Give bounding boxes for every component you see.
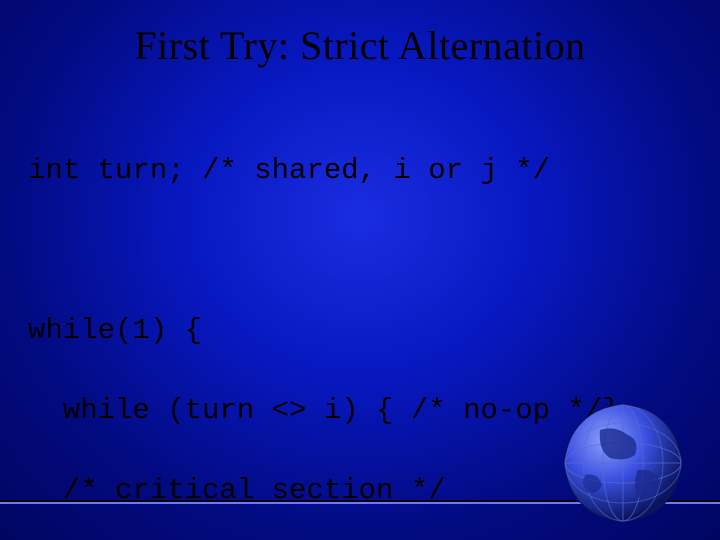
code-line-1: int turn; /* shared, i or j */ — [28, 151, 692, 191]
slide-title: First Try: Strict Alternation — [0, 0, 720, 69]
code-line-4: /* critical section */ — [28, 471, 692, 511]
footer-divider — [0, 500, 720, 504]
code-line-2: while(1) { — [28, 311, 692, 351]
code-block: int turn; /* shared, i or j */ while(1) … — [0, 69, 720, 540]
blank-line — [28, 231, 692, 271]
code-line-3: while (turn <> i) { /* no-op */} — [28, 391, 692, 431]
